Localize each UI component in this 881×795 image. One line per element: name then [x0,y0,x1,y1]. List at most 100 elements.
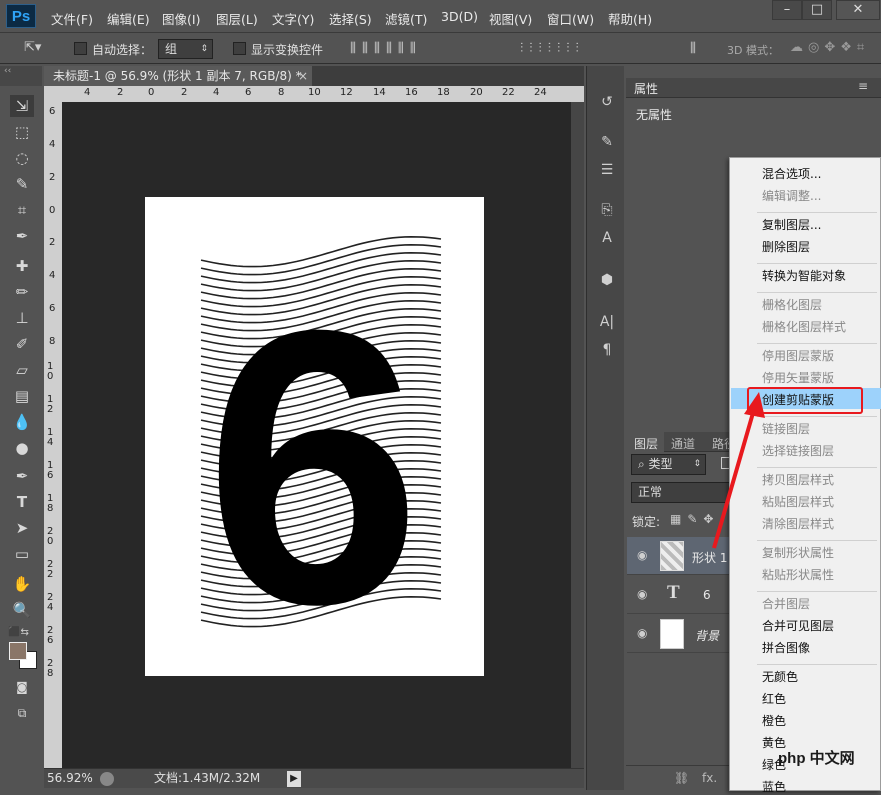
layer-row[interactable]: ◉ 背景 [627,615,729,653]
pen-tool-icon[interactable]: ✒ [10,465,34,487]
context-menu-item[interactable]: 橙色 [762,712,786,729]
move-tool-icon[interactable]: ⇲ [10,95,34,117]
ruler-v-label: 0 [49,205,56,216]
eyedropper-tool-icon[interactable]: ✒ [10,225,34,247]
character-style-icon[interactable]: A [596,230,618,250]
close-button[interactable]: ✕ [836,0,880,20]
foreground-color-swatch[interactable] [9,642,27,660]
document-tab[interactable]: 未标题-1 @ 56.9% (形状 1 副本 7, RGB/8) * [44,66,312,87]
tab-close-icon[interactable]: × [298,69,308,83]
ruler-h-label: 4 [213,87,220,98]
ruler-h-label: 12 [340,87,353,98]
quick-select-tool-icon[interactable]: ✎ [10,173,34,195]
context-menu-item[interactable]: 编辑调整... [762,187,821,204]
minimize-button[interactable]: – [772,0,802,20]
tab-layers[interactable]: 图层 [626,432,664,453]
eraser-tool-icon[interactable]: ▱ [10,359,34,381]
menu-edit[interactable]: 编辑(E) [107,9,150,28]
clone-source-icon[interactable]: ⎘ [596,202,618,222]
menu-image[interactable]: 图像(I) [162,9,200,28]
menu-help[interactable]: 帮助(H) [608,9,652,28]
fx-icon[interactable]: fx. [702,771,717,785]
gradient-tool-icon[interactable]: ▤ [10,385,34,407]
document-canvas[interactable]: 6 [145,197,484,676]
paragraph-panel-icon[interactable]: ¶ [596,342,618,362]
layer-row[interactable]: ◉ T 6 [627,576,729,614]
menu-layer[interactable]: 图层(L) [216,9,258,28]
context-menu-item[interactable]: 复制图层... [762,216,821,233]
layer-name[interactable]: 背景 [695,627,719,644]
context-menu-item[interactable]: 删除图层 [762,238,810,255]
hand-tool-icon[interactable]: ✋ [10,573,34,595]
swap-colors-icon[interactable]: ⬛⇆ [8,627,29,638]
context-menu-item[interactable]: 栅格化图层 [762,296,822,313]
3d-panel-icon[interactable]: ⬢ [596,272,618,292]
zoom-level[interactable]: 56.92% [47,769,93,788]
ruler-h-label: 18 [437,87,450,98]
link-icon[interactable]: ⛓ [674,771,689,785]
maximize-button[interactable]: □ [802,0,832,20]
distribute-icons[interactable]: ⫶⫶⫶⫶⫶⫶⫶ [520,41,585,56]
document-title: 未标题-1 @ 56.9% (形状 1 副本 7, RGB/8) * [53,69,302,83]
menu-file[interactable]: 文件(F) [51,9,93,28]
align-icons[interactable]: ⫼⫼⫼⫼⫼⫼ [350,41,422,56]
3d-mode-icons[interactable]: ☁◎✥❖⌗ [790,40,869,55]
annotation-arrow [712,392,765,549]
crop-tool-icon[interactable]: ⌗ [10,199,34,221]
context-menu-item[interactable]: 停用图层蒙版 [762,347,834,364]
auto-select-dropdown[interactable]: 组 ⇕ [158,39,213,59]
adjustments-panel-icon[interactable]: ☰ [596,162,618,182]
marquee-tool-icon[interactable]: ⬚ [10,121,34,143]
context-menu-item[interactable]: 无颜色 [762,668,798,685]
context-menu-item[interactable]: 合并图层 [762,595,810,612]
menu-view[interactable]: 视图(V) [489,9,532,28]
shape-tool-icon[interactable]: ▭ [10,543,34,565]
menu-select[interactable]: 选择(S) [329,9,372,28]
healing-tool-icon[interactable]: ✚ [10,255,34,277]
3d-mode-label: 3D 模式： [727,44,779,57]
context-menu-item[interactable]: 转换为智能对象 [762,267,846,284]
type-tool-icon[interactable]: T [10,491,34,513]
properties-tab[interactable]: 属性 [634,80,658,97]
brush-tool-icon[interactable]: ✏ [10,281,34,303]
status-icon[interactable] [100,772,114,786]
visibility-eye-icon[interactable]: ◉ [637,587,647,601]
auto-align-icon[interactable]: ⫼ [690,41,696,56]
move-tool-icon[interactable]: ⇱▾ [24,40,41,55]
brush-panel-icon[interactable]: ✎ [596,134,618,154]
context-menu-item[interactable]: 拼合图像 [762,639,810,656]
character-panel-icon[interactable]: A| [596,314,618,334]
context-menu-item[interactable]: 混合选项... [762,165,821,182]
status-menu-arrow-icon[interactable]: ▶ [287,771,301,787]
menu-filter[interactable]: 滤镜(T) [385,9,427,28]
screen-mode-icon[interactable]: ⧉ [10,702,34,724]
menu-type[interactable]: 文字(Y) [272,9,314,28]
blur-tool-icon[interactable]: 💧 [10,411,34,433]
ruler-v-label: 6 [49,106,56,117]
path-select-tool-icon[interactable]: ➤ [10,517,34,539]
context-menu-item[interactable]: 合并可见图层 [762,617,834,634]
stamp-tool-icon[interactable]: ⊥ [10,307,34,329]
context-menu-item[interactable]: 栅格化图层样式 [762,318,846,335]
menu-window[interactable]: 窗口(W) [547,9,594,28]
vertical-scrollbar[interactable] [571,102,584,768]
layer-name[interactable]: 6 [703,588,711,602]
panel-menu-icon[interactable]: ≡ [858,79,868,93]
context-menu-item[interactable]: 蓝色 [762,778,786,795]
auto-select-checkbox[interactable] [74,42,87,55]
menu-3d[interactable]: 3D(D) [441,9,478,24]
context-menu-item[interactable]: 红色 [762,690,786,707]
visibility-eye-icon[interactable]: ◉ [637,626,647,640]
show-transform-checkbox[interactable] [233,42,246,55]
quick-mask-icon[interactable]: ◙ [10,676,34,698]
visibility-eye-icon[interactable]: ◉ [637,548,647,562]
tools-collapse-icon[interactable]: ‹‹ [0,66,42,86]
dodge-tool-icon[interactable]: ● [10,437,34,459]
history-panel-icon[interactable]: ↺ [596,94,618,114]
zoom-tool-icon[interactable]: 🔍 [10,599,34,621]
layer-filter-dropdown[interactable]: ⌕ 类型 ⇕ [631,454,706,475]
layer-thumbnail [660,541,684,571]
history-brush-tool-icon[interactable]: ✐ [10,333,34,355]
tab-channels[interactable]: 通道 [671,435,695,452]
lasso-tool-icon[interactable]: ◌ [10,147,34,169]
